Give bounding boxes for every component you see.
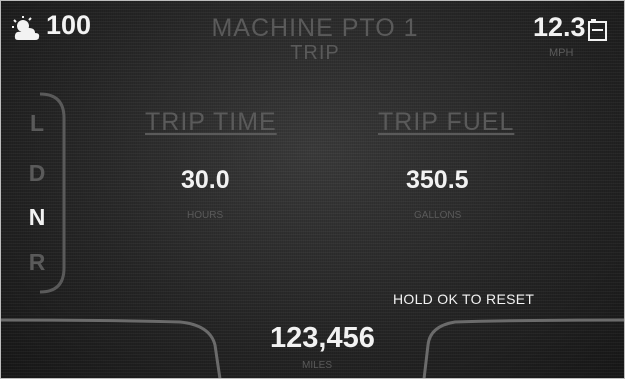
odometer-value: 123,456 bbox=[270, 322, 375, 354]
page-subtitle: TRIP bbox=[290, 42, 340, 64]
trip-fuel-label: TRIP FUEL bbox=[378, 108, 515, 136]
partly-sunny-icon bbox=[12, 16, 40, 40]
instrument-cluster-screen: 100 MACHINE PTO 1 TRIP 12.3 MPH L D N R … bbox=[0, 0, 625, 379]
gear-reverse: R bbox=[28, 249, 46, 275]
trip-time-value: 30.0 bbox=[181, 166, 230, 194]
trip-time-unit: HOURS bbox=[187, 210, 224, 221]
gear-drive: D bbox=[28, 160, 46, 186]
gear-neutral-active: N bbox=[28, 204, 46, 230]
outside-temperature: 100 bbox=[46, 10, 92, 40]
battery-fuel-icon bbox=[588, 19, 607, 41]
trip-fuel-unit: GALLONS bbox=[414, 210, 462, 221]
speed-value: 12.3 bbox=[533, 12, 586, 42]
gear-low: L bbox=[29, 110, 45, 136]
speed-unit: MPH bbox=[549, 47, 574, 59]
trip-time-label: TRIP TIME bbox=[145, 108, 277, 136]
page-title: MACHINE PTO 1 bbox=[211, 14, 419, 42]
odometer-unit: MILES bbox=[302, 360, 333, 371]
reset-instruction: HOLD OK TO RESET bbox=[393, 291, 535, 307]
trip-fuel-value: 350.5 bbox=[406, 166, 469, 194]
